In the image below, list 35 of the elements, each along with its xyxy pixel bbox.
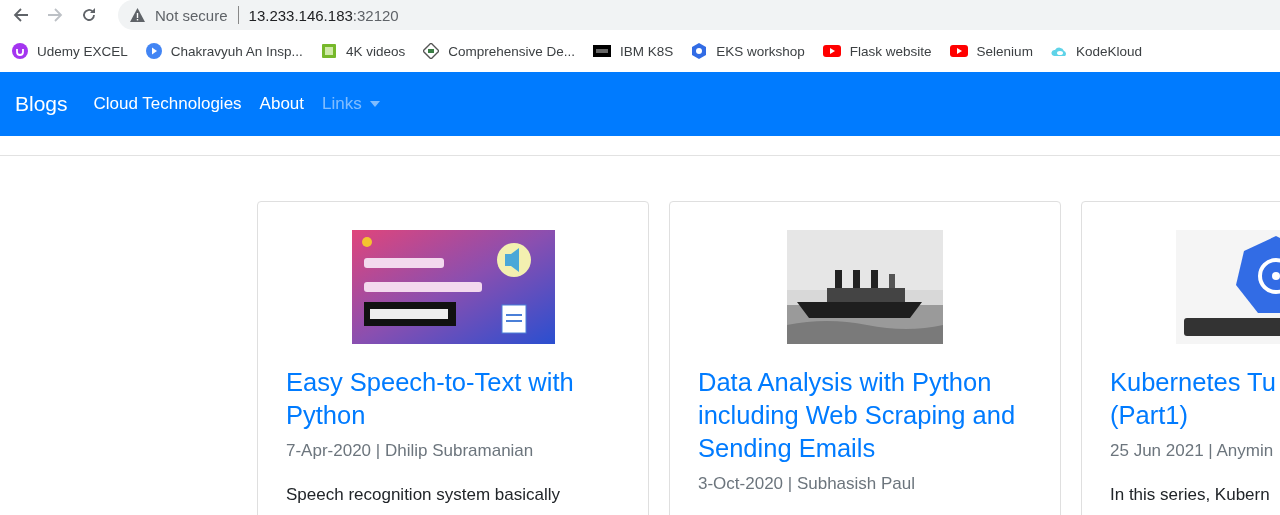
back-icon [13,7,29,23]
bookmark[interactable]: Chakravyuh An Insp... [145,43,303,59]
bookmark[interactable]: 4K videos [320,43,406,59]
security-label: Not secure [155,6,228,24]
post-meta: 3-Oct-2020 | Subhasish Paul [698,474,917,494]
bookmark[interactable]: IBM K8S [593,43,674,59]
brand-link[interactable]: Blogs [15,92,68,116]
post-excerpt: Speech recognition system basically [286,485,562,505]
post-meta: 7-Apr-2020 | Dhilip Subramanian [286,441,535,461]
rectangle-logo-icon [593,43,611,59]
bookmark[interactable]: EKS workshop [691,43,805,59]
circle-logo-icon [12,43,28,59]
post-title[interactable]: Easy Speech-to-Text with Python [286,366,620,432]
bookmark[interactable]: Udemy EXCEL [12,43,128,59]
address-bar[interactable]: Not secure 13.233.146.183:32120 [118,0,1280,30]
nav-link[interactable]: About [259,94,305,114]
play-icon [949,43,968,59]
nav-link[interactable]: Cloud Technologies [93,94,242,114]
post-meta: 25 Jun 2021 | Anymin [1110,441,1275,461]
post-title[interactable]: Data Analysis with Python including Web Scraping and Sending Emails [698,366,1032,465]
square-logo-icon [320,43,337,59]
bookmark[interactable]: Flask website [822,43,932,59]
hexagon-icon [691,43,708,59]
post-excerpt: In this series, Kubern [1110,485,1271,505]
diamond-icon [423,43,440,59]
forward-icon [47,7,63,23]
bookmark[interactable]: Comprehensive De... [423,43,575,59]
bookmark[interactable]: KodeKloud [1050,43,1142,59]
play-icon [822,43,841,59]
bookmark[interactable]: Selenium [949,43,1033,59]
post-title[interactable]: Kubernetes Tu (Part1) [1110,366,1280,432]
reload-icon [81,7,97,23]
warning-icon [130,8,145,22]
play-icon [145,43,162,59]
url-text: 13.233.146.183:32120 [248,6,399,24]
